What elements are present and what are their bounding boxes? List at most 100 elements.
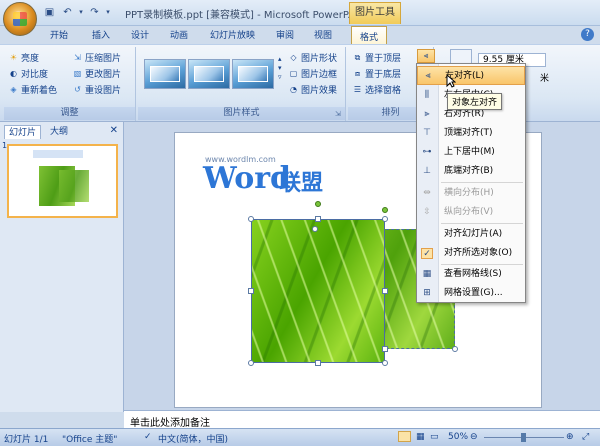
align-left-icon: ⫷ — [425, 71, 431, 81]
menu-item-align-to-slide[interactable]: 对齐幻灯片(A) — [417, 225, 525, 244]
contrast-button[interactable]: ◐ 对比度 — [8, 67, 48, 80]
menu-separator — [441, 182, 523, 183]
picture-effects-button[interactable]: ◔ 图片效果 — [288, 83, 337, 96]
zoom-out-icon[interactable]: ⊖ — [470, 432, 478, 442]
reset-picture-button[interactable]: ↺ 重设图片 — [72, 83, 121, 96]
rotation-handle[interactable] — [382, 207, 388, 213]
group-label-adjust: 调整 — [4, 107, 135, 120]
chevron-down-icon[interactable]: ▾ — [78, 5, 84, 20]
tab-insert[interactable]: 插入 — [92, 28, 110, 41]
resize-handle[interactable] — [452, 346, 458, 352]
selection-pane-icon: ☰ — [353, 85, 362, 94]
chevron-down-icon[interactable]: ▾ — [278, 64, 282, 73]
picture-shape-button[interactable]: ◇ 图片形状 — [288, 51, 337, 64]
tab-slideshow[interactable]: 幻灯片放映 — [210, 28, 255, 41]
picture-border-button[interactable]: ▢ 图片边框 — [288, 67, 337, 80]
change-picture-button[interactable]: ▧ 更改图片 — [72, 67, 121, 80]
context-tab-picture-tools: 图片工具 — [349, 2, 401, 24]
slideshow-icon[interactable]: ▭ — [430, 432, 439, 442]
tab-review[interactable]: 审阅 — [276, 28, 294, 41]
title-bar: ▣ ↶ ▾ ↷ ▾ PPT录制模板.ppt [兼容模式] - Microsoft… — [0, 0, 600, 36]
close-icon[interactable]: ✕ — [110, 125, 118, 136]
watermark-cn: 联盟 — [279, 171, 324, 196]
menu-item-grid-settings[interactable]: ⊞ 网格设置(G)... — [417, 284, 525, 303]
window-title: PPT录制模板.ppt [兼容模式] - Microsoft PowerP... — [125, 10, 357, 21]
chevron-down-icon[interactable]: ▾ — [105, 5, 111, 20]
zoom-in-icon[interactable]: ⊕ — [566, 432, 574, 442]
resize-handle[interactable] — [248, 216, 254, 222]
resize-handle[interactable] — [315, 216, 321, 222]
chevron-up-icon[interactable]: ▴ — [278, 55, 282, 64]
resize-handle[interactable] — [382, 346, 388, 352]
align-button[interactable]: ⫷ — [417, 49, 435, 63]
zoom-level[interactable]: 50% — [448, 432, 468, 442]
undo-icon[interactable]: ↶ — [60, 5, 75, 20]
send-to-back-button[interactable]: ⧈ 置于底层 — [352, 67, 401, 80]
menu-item-align-middle[interactable]: ⊶ 上下居中(M) — [417, 143, 525, 162]
watermark-word: Word — [203, 161, 292, 196]
tooltip: 对象左对齐 — [447, 93, 503, 110]
tab-design[interactable]: 设计 — [131, 28, 149, 41]
office-button[interactable] — [3, 2, 37, 36]
menu-item-view-gridlines[interactable]: ▦ 查看网格线(S) — [417, 265, 525, 284]
bring-to-front-button[interactable]: ⧉ 置于顶层 — [352, 51, 401, 64]
menu-item-align-top[interactable]: ⊤ 顶端对齐(T) — [417, 124, 525, 143]
selection-pane-button[interactable]: ☰ 选择窗格 — [352, 83, 401, 96]
help-icon[interactable]: ? — [581, 28, 594, 41]
picture-border-icon: ▢ — [289, 69, 298, 78]
contrast-icon: ◐ — [10, 69, 17, 78]
change-picture-icon: ▧ — [73, 69, 82, 78]
brightness-button[interactable]: ☀ 亮度 — [8, 51, 39, 64]
resize-handle[interactable] — [382, 216, 388, 222]
align-right-icon: ⫸ — [424, 109, 430, 119]
menu-item-distribute-vertical[interactable]: ⇳ 纵向分布(V) — [417, 203, 525, 222]
tab-view[interactable]: 视图 — [314, 28, 332, 41]
spellcheck-icon[interactable]: ✓ — [144, 432, 152, 442]
gridlines-icon: ▦ — [422, 269, 432, 279]
mouse-cursor-icon — [446, 74, 456, 88]
tab-outline[interactable]: 大纲 — [46, 125, 72, 139]
menu-separator — [441, 223, 523, 224]
thumbnail-watermark — [33, 150, 83, 158]
menu-item-align-bottom[interactable]: ⊥ 底端对齐(B) — [417, 162, 525, 181]
fit-window-icon[interactable]: ⤢ — [582, 432, 589, 442]
save-icon[interactable]: ▣ — [42, 5, 57, 20]
picture-style-3[interactable] — [232, 59, 274, 89]
resize-handle[interactable] — [315, 360, 321, 366]
resize-handle[interactable] — [382, 360, 388, 366]
tab-home[interactable]: 开始 — [50, 28, 68, 41]
rotation-handle[interactable] — [315, 201, 321, 207]
tab-animation[interactable]: 动画 — [170, 28, 188, 41]
redo-icon[interactable]: ↷ — [87, 5, 102, 20]
menu-item-align-selected[interactable]: ✓ 对齐所选对象(O) — [417, 244, 525, 263]
gallery-scroll[interactable]: ▴ ▾ ▿ — [278, 55, 282, 82]
resize-handle[interactable] — [312, 226, 318, 232]
tab-slides[interactable]: 幻灯片 — [4, 125, 42, 139]
normal-view-icon[interactable] — [398, 431, 411, 442]
language: 中文(简体，中国) — [158, 435, 229, 445]
grid-settings-icon: ⊞ — [423, 288, 431, 298]
picture-style-2[interactable] — [188, 59, 230, 89]
resize-handle[interactable] — [248, 360, 254, 366]
recolor-button[interactable]: ◈ 重新着色 — [8, 83, 57, 96]
thumbnail-image — [59, 170, 89, 202]
menu-item-distribute-horizontal[interactable]: ⇹ 横向分布(H) — [417, 184, 525, 203]
compress-pictures-button[interactable]: ⇲ 压缩图片 — [72, 51, 121, 64]
dialog-launcher-icon[interactable]: ⇲ — [335, 110, 343, 118]
height-field-unit: 米 — [540, 74, 550, 84]
slide-thumbnail[interactable] — [7, 144, 118, 218]
send-to-back-icon: ⧈ — [354, 69, 361, 78]
menu-item-align-left[interactable]: ⫷ 左对齐(L) — [417, 66, 525, 85]
slide-sorter-icon[interactable]: ▦ — [416, 432, 425, 442]
picture-style-1[interactable] — [144, 59, 186, 89]
group-picture-styles: ▴ ▾ ▿ ◇ 图片形状 ▢ 图片边框 ◔ 图片效果 图片样式 ⇲ — [138, 47, 346, 121]
gallery-more-icon[interactable]: ▿ — [278, 73, 282, 82]
notes-pane[interactable]: 单击此处添加备注 — [124, 410, 600, 429]
resize-handle[interactable] — [382, 288, 388, 294]
resize-handle[interactable] — [248, 288, 254, 294]
zoom-slider-thumb[interactable] — [521, 433, 526, 442]
align-left-icon: ⫷ — [423, 51, 429, 60]
tab-format[interactable]: 格式 — [351, 26, 388, 45]
pane-tabs: 幻灯片 大纲 ✕ — [4, 125, 120, 139]
slide-editing-area: www.wordlm.com Word 联盟 左对 — [124, 122, 600, 412]
